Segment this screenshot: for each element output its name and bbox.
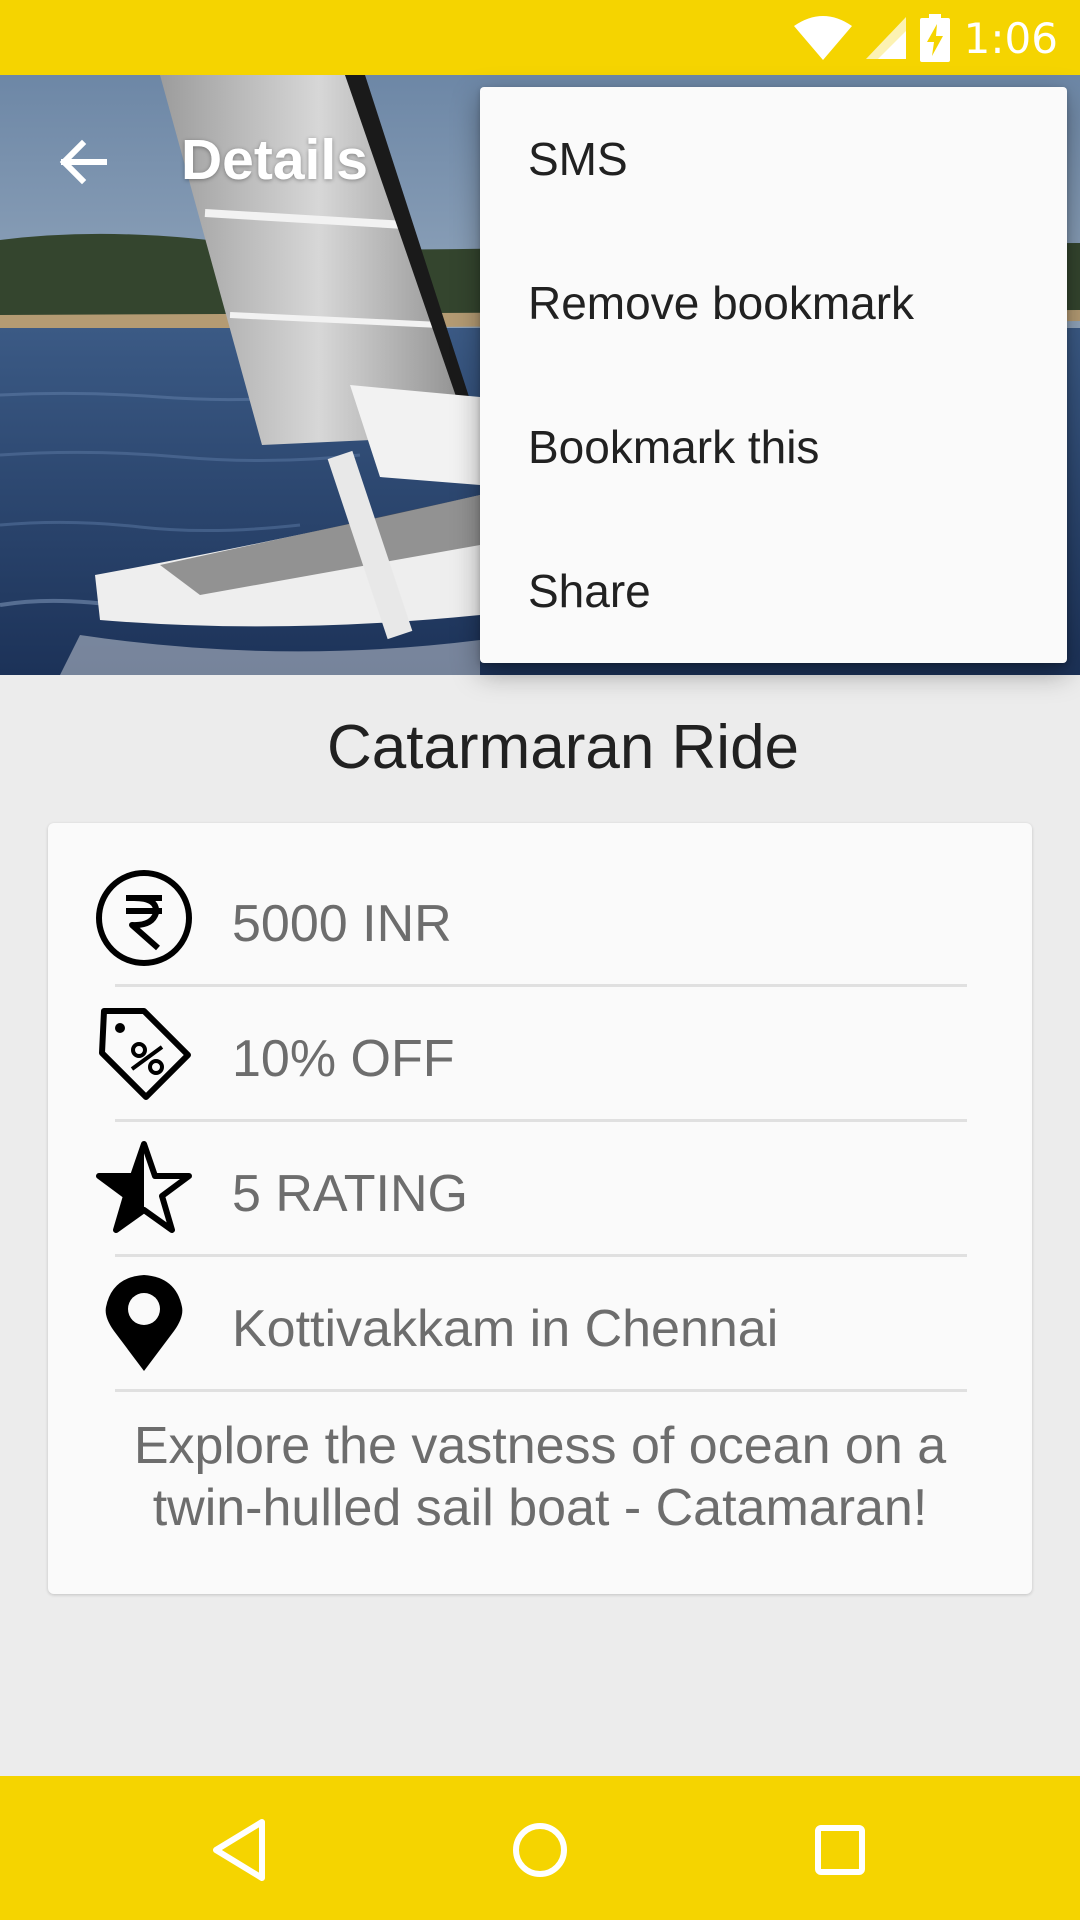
status-time: 1:06: [963, 13, 1058, 63]
discount-row: 10% OFF: [48, 1003, 1032, 1137]
divider: [115, 984, 967, 987]
status-bar: 1:06: [0, 0, 1080, 75]
arrow-back-icon[interactable]: [52, 130, 116, 194]
back-triangle-icon[interactable]: [200, 1810, 280, 1890]
overflow-menu: SMS Remove bookmark Bookmark this Share: [480, 87, 1067, 663]
location-row: Kottivakkam in Chennai: [48, 1273, 1032, 1407]
page-title: Catarmaran Ride: [326, 713, 800, 782]
status-icons: 1:06: [793, 12, 1058, 64]
location-text: Kottivakkam in Chennai: [232, 1300, 779, 1358]
price-text: 5000 INR: [232, 895, 452, 953]
price-row: 5000 INR: [48, 868, 1032, 1002]
star-half-icon: [96, 1141, 192, 1233]
divider: [115, 1254, 967, 1257]
menu-item-sms[interactable]: SMS: [480, 87, 1067, 231]
menu-item-share[interactable]: Share: [480, 519, 1067, 663]
divider: [115, 1119, 967, 1122]
wifi-icon: [793, 16, 852, 60]
recents-square-icon[interactable]: [800, 1810, 880, 1890]
battery-charging-icon: [919, 14, 950, 62]
divider: [115, 1389, 967, 1392]
menu-item-bookmark-this[interactable]: Bookmark this: [480, 375, 1067, 519]
details-card: 5000 INR 10% OFF 5 RATING Kottivakkam in…: [48, 823, 1032, 1594]
home-circle-icon[interactable]: [500, 1810, 580, 1890]
navigation-bar: [0, 1776, 1080, 1920]
rating-row: 5 RATING: [48, 1138, 1032, 1272]
description-text: Explore the vastness of ocean on a twin-…: [133, 1417, 947, 1537]
toolbar-title: Details: [181, 128, 368, 192]
menu-item-remove-bookmark[interactable]: Remove bookmark: [480, 231, 1067, 375]
rupee-icon: [96, 870, 192, 966]
location-pin-icon: [105, 1275, 183, 1371]
discount-tag-icon: [99, 1008, 191, 1100]
signal-icon: [865, 17, 906, 59]
rating-text: 5 RATING: [232, 1165, 468, 1223]
discount-text: 10% OFF: [232, 1030, 455, 1088]
